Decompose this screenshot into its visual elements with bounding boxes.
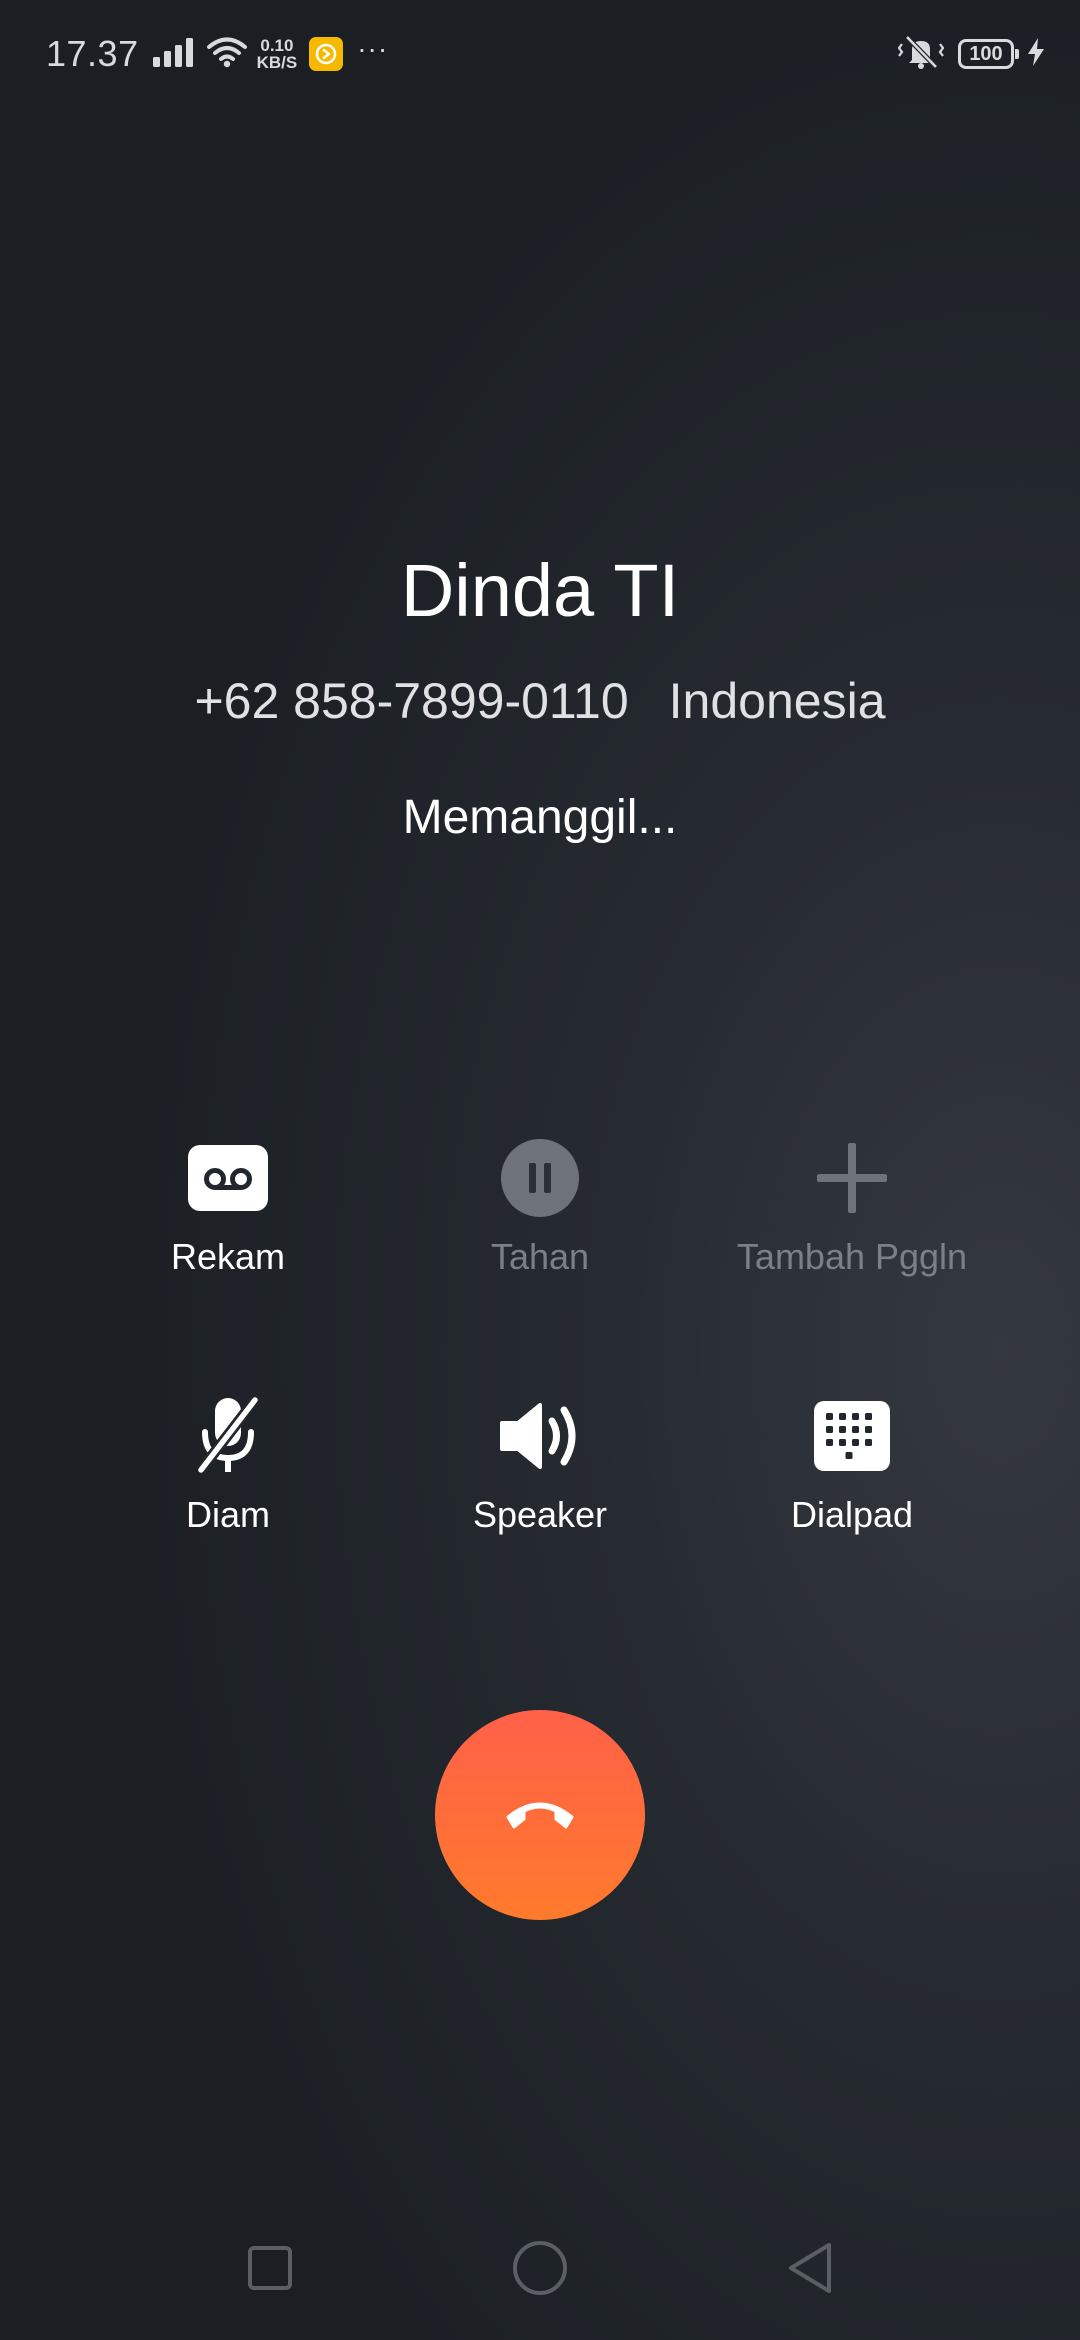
plus-icon <box>802 1128 902 1228</box>
status-time: 17.37 <box>46 33 139 74</box>
network-speed-unit: KB/S <box>256 53 298 72</box>
battery-icon: 100 <box>958 39 1019 69</box>
back-button[interactable] <box>780 2240 840 2300</box>
charging-icon <box>1026 37 1046 72</box>
status-bar-left: 17.37 0.10 KB/S ··· <box>46 30 388 78</box>
dialpad-icon <box>802 1386 902 1486</box>
app-notification-icon <box>309 37 344 71</box>
speaker-label: Speaker <box>472 1494 608 1535</box>
hold-label: Tahan <box>490 1236 590 1277</box>
wifi-icon <box>206 36 247 73</box>
contact-details: +62 858-7899-0110 Indonesia <box>0 672 1080 730</box>
contact-location: Indonesia <box>668 673 886 729</box>
dialpad-button[interactable]: Dialpad <box>692 1386 1012 1536</box>
hold-button[interactable]: Tahan <box>380 1128 700 1278</box>
pause-icon <box>490 1128 590 1228</box>
status-bar: 17.37 0.10 KB/S ··· 100 <box>0 0 1080 110</box>
back-icon <box>785 2241 835 2300</box>
add-call-button[interactable]: Tambah Pggln <box>692 1128 1012 1278</box>
mute-label: Diam <box>185 1494 270 1535</box>
speaker-button[interactable]: Speaker <box>380 1386 700 1536</box>
add-call-label: Tambah Pggln <box>736 1236 968 1277</box>
home-button[interactable] <box>510 2240 570 2300</box>
status-bar-right: 100 <box>897 30 1046 78</box>
contact-name: Dinda TI <box>400 549 680 632</box>
speaker-icon <box>490 1386 590 1486</box>
home-icon <box>512 2240 568 2301</box>
navigation-bar <box>0 2220 1080 2320</box>
mic-off-icon <box>178 1386 278 1486</box>
signal-icon <box>152 37 195 72</box>
recent-apps-button[interactable] <box>240 2240 300 2300</box>
recent-apps-icon <box>247 2245 293 2296</box>
hang-up-icon <box>502 1793 578 1838</box>
more-notifications-icon: ··· <box>357 33 389 64</box>
battery-level: 100 <box>969 42 1003 65</box>
call-status: Memanggil... <box>402 791 678 844</box>
vibrate-icon <box>897 34 945 75</box>
record-label: Rekam <box>170 1236 286 1277</box>
mute-button[interactable]: Diam <box>68 1386 388 1536</box>
dialpad-label: Dialpad <box>790 1494 914 1535</box>
network-speed: 0.10 KB/S <box>257 37 298 71</box>
end-call-button[interactable] <box>435 1710 645 1920</box>
record-button[interactable]: Rekam <box>68 1128 388 1278</box>
contact-phone-number: +62 858-7899-0110 <box>194 673 629 729</box>
network-speed-value: 0.10 <box>260 36 294 55</box>
voicemail-icon <box>178 1128 278 1228</box>
